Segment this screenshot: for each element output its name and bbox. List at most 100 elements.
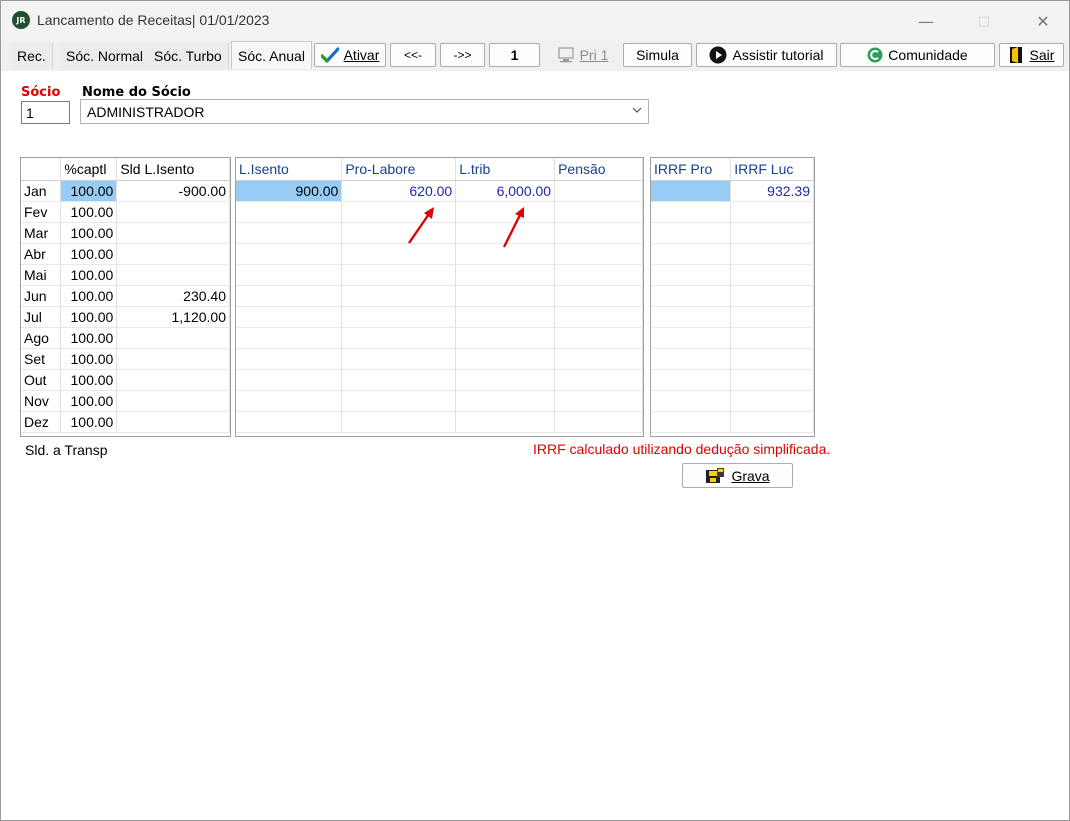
grid3-cell[interactable]: 932.39 bbox=[730, 180, 814, 202]
grid2-cell[interactable] bbox=[554, 369, 643, 391]
grid1-cell[interactable]: -900.00 bbox=[116, 180, 230, 202]
grid2-row[interactable] bbox=[236, 201, 643, 223]
grid2-cell[interactable] bbox=[554, 306, 643, 328]
grid2-row[interactable] bbox=[236, 369, 643, 391]
grid3-cell[interactable] bbox=[651, 180, 732, 202]
next-button[interactable]: ->> bbox=[440, 43, 485, 67]
grid2-cell[interactable] bbox=[554, 285, 643, 307]
grid1-cell[interactable]: 100.00 bbox=[60, 369, 118, 391]
grid3-row[interactable] bbox=[651, 411, 814, 433]
grid2-row[interactable]: 900.00 620.00 6,000.00 bbox=[236, 180, 643, 202]
grid2-cell[interactable] bbox=[554, 201, 643, 223]
grid1-cell[interactable]: Out bbox=[21, 369, 62, 391]
grid1-row[interactable]: Nov 100.00 bbox=[21, 390, 230, 412]
grid2-cell[interactable] bbox=[455, 327, 556, 349]
grid2-cell[interactable] bbox=[236, 243, 343, 265]
grid1-cell[interactable] bbox=[116, 369, 230, 391]
nome-socio-select[interactable]: ADMINISTRADOR bbox=[80, 99, 649, 124]
grid1-cell[interactable]: Jan bbox=[21, 180, 62, 202]
grid1-cell[interactable]: Jul bbox=[21, 306, 62, 328]
grid1-cell[interactable]: Jun bbox=[21, 285, 62, 307]
grid1-cell[interactable] bbox=[116, 411, 230, 433]
grid2-cell[interactable] bbox=[341, 411, 457, 433]
grid2-cell[interactable] bbox=[455, 348, 556, 370]
grava-button[interactable]: Grava bbox=[682, 463, 793, 488]
grid1-cell[interactable]: 1,120.00 bbox=[116, 306, 230, 328]
grid2-cell[interactable] bbox=[455, 285, 556, 307]
grid1-row[interactable]: Jan 100.00 -900.00 bbox=[21, 180, 230, 202]
grid2-row[interactable] bbox=[236, 348, 643, 370]
grid3-cell[interactable] bbox=[651, 411, 732, 433]
grid2-cell[interactable] bbox=[554, 180, 643, 202]
grid1-row[interactable]: Dez 100.00 bbox=[21, 411, 230, 433]
grid2-cell[interactable] bbox=[554, 411, 643, 433]
grid1-cell[interactable]: 230.40 bbox=[116, 285, 230, 307]
grid3-row[interactable]: 932.39 bbox=[651, 180, 814, 202]
tab-soc-anual[interactable]: Sóc. Anual bbox=[231, 41, 312, 69]
grid3-row[interactable] bbox=[651, 306, 814, 328]
grid1-cell[interactable]: 100.00 bbox=[60, 306, 118, 328]
grid1-cell[interactable]: 100.00 bbox=[60, 180, 118, 202]
grid1-row[interactable]: Jul 100.00 1,120.00 bbox=[21, 306, 230, 328]
grid2-row[interactable] bbox=[236, 390, 643, 412]
tab-rec[interactable]: Rec. bbox=[11, 43, 53, 69]
grid2-row[interactable] bbox=[236, 411, 643, 433]
grid2-cell[interactable] bbox=[341, 264, 457, 286]
grid3-row[interactable] bbox=[651, 285, 814, 307]
grid2-cell[interactable] bbox=[236, 285, 343, 307]
grid1-row[interactable]: Jun 100.00 230.40 bbox=[21, 285, 230, 307]
grid1-row[interactable]: Mar 100.00 bbox=[21, 222, 230, 244]
grid3-row[interactable] bbox=[651, 369, 814, 391]
grid3-cell[interactable] bbox=[651, 285, 732, 307]
grid2-cell[interactable] bbox=[455, 411, 556, 433]
grid1-cell[interactable]: Mai bbox=[21, 264, 62, 286]
grid1-row[interactable]: Ago 100.00 bbox=[21, 327, 230, 349]
grid3-cell[interactable] bbox=[730, 369, 814, 391]
grid3-cell[interactable] bbox=[651, 264, 732, 286]
grid3-cell[interactable] bbox=[651, 243, 732, 265]
grid2-cell[interactable] bbox=[236, 201, 343, 223]
grid2-cell[interactable] bbox=[236, 348, 343, 370]
grid2-row[interactable] bbox=[236, 327, 643, 349]
grid1-cell[interactable]: 100.00 bbox=[60, 264, 118, 286]
grid1-cell[interactable] bbox=[116, 327, 230, 349]
grid3-row[interactable] bbox=[651, 243, 814, 265]
grid2-cell[interactable]: 620.00 bbox=[341, 180, 457, 202]
grid3-cell[interactable] bbox=[651, 369, 732, 391]
simula-button[interactable]: Simula bbox=[623, 43, 692, 67]
grid2-cell[interactable] bbox=[554, 243, 643, 265]
grid3-row[interactable] bbox=[651, 327, 814, 349]
grid3-cell[interactable] bbox=[651, 201, 732, 223]
grid3-cell[interactable] bbox=[730, 222, 814, 244]
grid2-cell[interactable] bbox=[341, 390, 457, 412]
grid2-cell[interactable] bbox=[236, 411, 343, 433]
grid3-cell[interactable] bbox=[730, 327, 814, 349]
grid1-cell[interactable]: Fev bbox=[21, 201, 62, 223]
comunidade-button[interactable]: Comunidade bbox=[840, 43, 995, 67]
grid3-cell[interactable] bbox=[730, 390, 814, 412]
grid1-row[interactable]: Out 100.00 bbox=[21, 369, 230, 391]
grid2-cell[interactable] bbox=[341, 327, 457, 349]
grid1-cell[interactable]: 100.00 bbox=[60, 243, 118, 265]
grid1-cell[interactable]: 100.00 bbox=[60, 327, 118, 349]
grid3-cell[interactable] bbox=[730, 348, 814, 370]
grid2-cell[interactable] bbox=[554, 222, 643, 244]
grid1-cell[interactable]: Dez bbox=[21, 411, 62, 433]
grid2-cell[interactable]: 900.00 bbox=[236, 180, 343, 202]
ativar-button[interactable]: Ativar bbox=[314, 43, 386, 67]
previous-button[interactable]: <<- bbox=[390, 43, 436, 67]
grid3-cell[interactable] bbox=[651, 390, 732, 412]
grid2-cell[interactable] bbox=[236, 222, 343, 244]
grid2-cell[interactable] bbox=[341, 348, 457, 370]
grid2-cell[interactable] bbox=[236, 327, 343, 349]
grid3-cell[interactable] bbox=[651, 222, 732, 244]
grid1-cell[interactable] bbox=[116, 264, 230, 286]
grid2-cell[interactable] bbox=[455, 390, 556, 412]
grid1-cell[interactable] bbox=[116, 222, 230, 244]
grid2-row[interactable] bbox=[236, 306, 643, 328]
grid3-cell[interactable] bbox=[651, 306, 732, 328]
grid1-row[interactable]: Abr 100.00 bbox=[21, 243, 230, 265]
grid2-cell[interactable] bbox=[455, 369, 556, 391]
grid1-cell[interactable]: 100.00 bbox=[60, 285, 118, 307]
grid3-cell[interactable] bbox=[651, 348, 732, 370]
